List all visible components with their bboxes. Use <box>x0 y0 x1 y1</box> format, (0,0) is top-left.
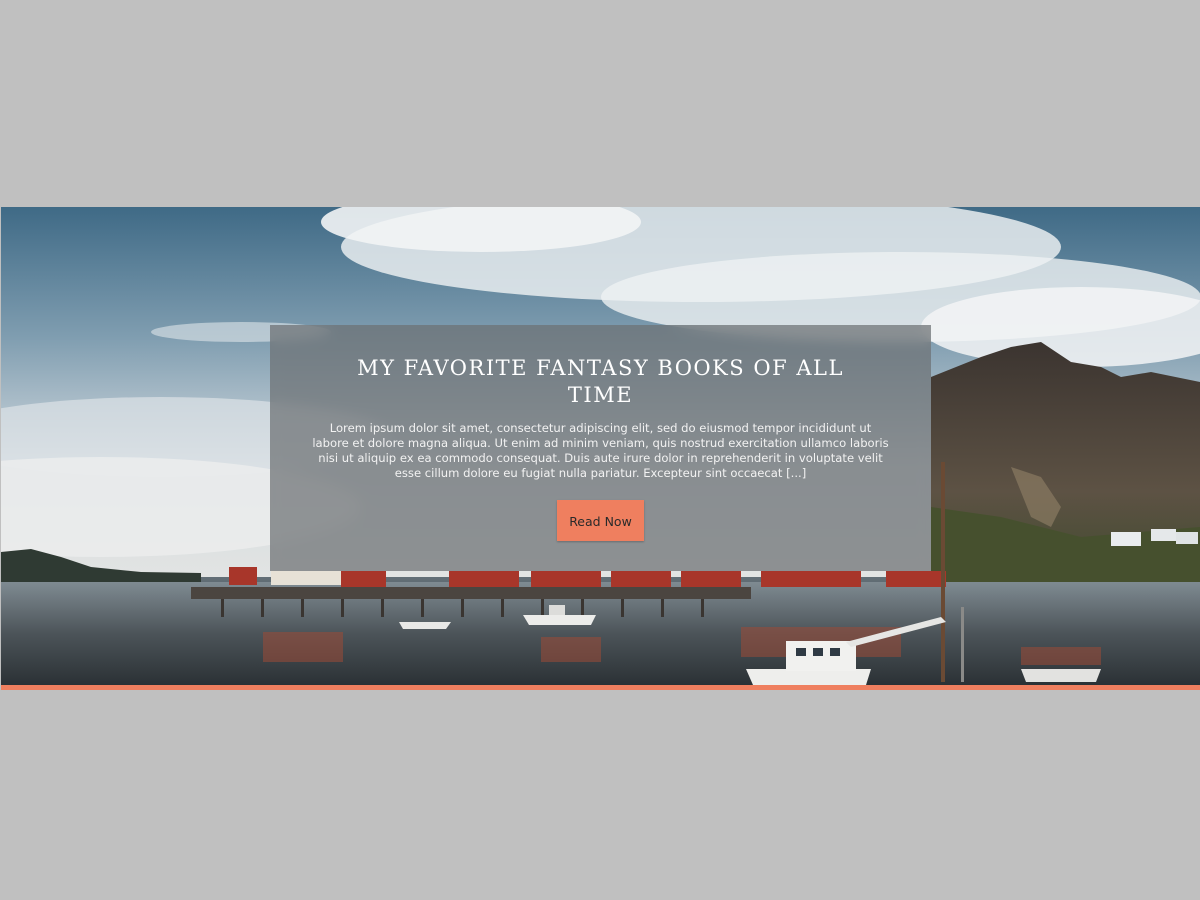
read-now-button[interactable]: Read Now <box>557 500 644 541</box>
accent-divider <box>1 685 1200 690</box>
featured-post-card: MY FAVORITE FANTASY BOOKS OF ALL TIME Lo… <box>270 325 931 571</box>
post-excerpt: Lorem ipsum dolor sit amet, consectetur … <box>312 421 889 480</box>
post-title[interactable]: MY FAVORITE FANTASY BOOKS OF ALL TIME <box>331 355 871 409</box>
